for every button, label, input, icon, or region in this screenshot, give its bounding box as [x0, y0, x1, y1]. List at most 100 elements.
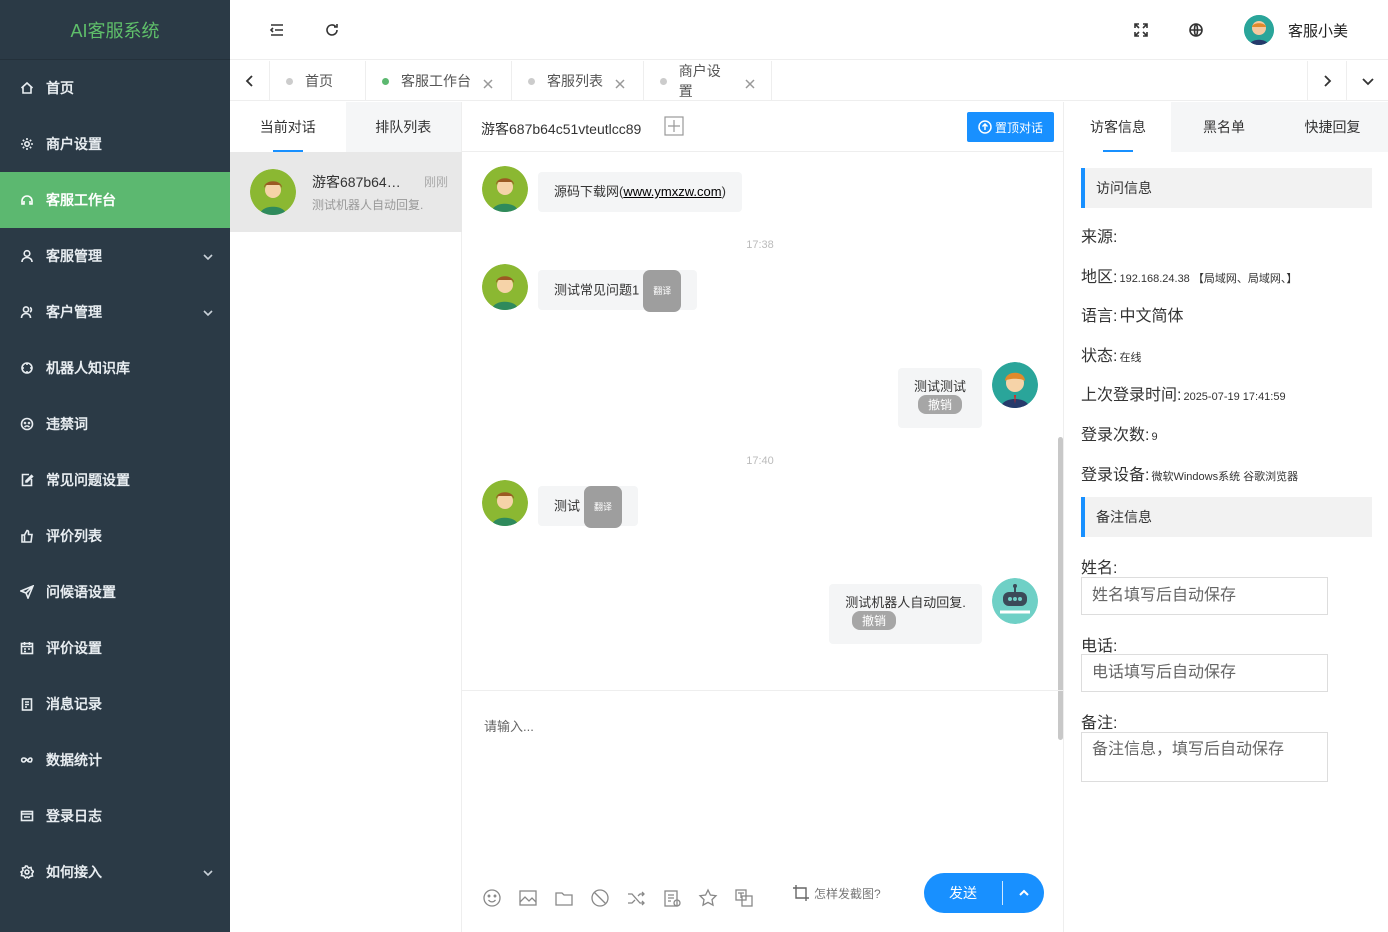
- robot-avatar: [992, 578, 1038, 624]
- message-bubble: 源码下载网(www.ymxzw.com): [538, 172, 742, 212]
- message-link[interactable]: www.ymxzw.com: [623, 184, 721, 199]
- pin-up-icon: [978, 120, 992, 134]
- user-name[interactable]: 客服小美: [1288, 20, 1348, 41]
- image-icon[interactable]: [517, 887, 539, 909]
- send-button[interactable]: 发送: [924, 873, 1044, 913]
- tab-home[interactable]: 首页: [270, 61, 366, 101]
- sidebar-item[interactable]: 消息记录: [0, 676, 230, 732]
- fullscreen-icon[interactable]: [1131, 20, 1151, 40]
- tab-close-icon[interactable]: [745, 76, 755, 89]
- tab-status-dot: [528, 77, 535, 85]
- star-icon[interactable]: [697, 887, 719, 909]
- sidebar-item-label: 商户设置: [46, 136, 102, 152]
- sidebar-item[interactable]: 问候语设置: [0, 564, 230, 620]
- translate-tag[interactable]: 翻译: [643, 270, 682, 312]
- revoke-tag[interactable]: 撤销: [852, 611, 897, 630]
- sidebar-item[interactable]: 客服工作台: [0, 172, 230, 228]
- sidebar-item[interactable]: 登录日志: [0, 788, 230, 844]
- top-bar: 客服小美: [230, 0, 1388, 60]
- info-value: 微软Windows系统 谷歌浏览器: [1151, 471, 1299, 483]
- message-input[interactable]: [484, 719, 1024, 734]
- tab-quick-replies[interactable]: 快捷回复: [1277, 102, 1388, 152]
- tab-queue-list[interactable]: 排队列表: [345, 102, 461, 152]
- sidebar-item[interactable]: 评价设置: [0, 620, 230, 676]
- sidebar-item[interactable]: 如何接入: [0, 844, 230, 900]
- conversation-preview: 测试机器人自动回复.: [312, 198, 424, 212]
- pin-conversation-button[interactable]: 置顶对话: [967, 112, 1054, 142]
- tab-workbench[interactable]: 客服工作台: [366, 61, 512, 101]
- frown-icon: [20, 417, 34, 431]
- sidebar-item[interactable]: 数据统计: [0, 732, 230, 788]
- name-field[interactable]: [1081, 577, 1328, 615]
- tab-close-icon[interactable]: [615, 76, 625, 89]
- name-label: 姓名:: [1081, 560, 1118, 577]
- section-visit-info: 访问信息: [1081, 168, 1372, 208]
- sidebar-item[interactable]: 客户管理: [0, 284, 230, 340]
- send-icon: [20, 585, 34, 599]
- visitor-avatar: [482, 480, 528, 526]
- sidebar-item[interactable]: 首页: [0, 60, 230, 116]
- tab-visitor-info[interactable]: 访客信息: [1065, 102, 1171, 152]
- add-square-icon[interactable]: [664, 116, 684, 136]
- user-avatar[interactable]: [1244, 15, 1274, 45]
- tab-close-icon[interactable]: [483, 76, 493, 89]
- tabs-scroll-left-icon[interactable]: [230, 61, 270, 101]
- sidebar-item[interactable]: 客服管理: [0, 228, 230, 284]
- tab-label: 客服列表: [547, 73, 603, 89]
- message-bubble-self: 测试测试 撤销: [898, 368, 982, 428]
- message-composer: 怎样发截图? 发送: [462, 690, 1064, 932]
- tab-agent-list[interactable]: 客服列表: [512, 61, 644, 101]
- screenshot-help-link[interactable]: 怎样发截图?: [792, 884, 881, 902]
- remark-field[interactable]: [1081, 732, 1328, 782]
- chat-panel: 游客687b64c51vteutlcc89 置顶对话 源码下载网(www.ymx…: [462, 102, 1064, 932]
- message-text: 测试常见问题1: [554, 282, 640, 298]
- message-text-suffix: ): [721, 184, 726, 199]
- block-icon[interactable]: [589, 887, 611, 909]
- info-label: 地区:: [1081, 269, 1118, 286]
- sidebar-item-label: 首页: [46, 80, 74, 96]
- headset-icon: [20, 193, 34, 207]
- send-label: 发送: [949, 885, 977, 901]
- conversation-item[interactable]: 游客687b64c51vteutlcc89 刚刚 测试机器人自动回复.: [230, 152, 462, 232]
- sidebar-item[interactable]: 商户设置: [0, 116, 230, 172]
- sidebar-item-label: 评价列表: [46, 528, 102, 544]
- tabs-menu-chevron-icon[interactable]: [1348, 61, 1388, 101]
- send-options-chevron-up-icon[interactable]: [1003, 887, 1044, 899]
- language-globe-icon[interactable]: [1186, 20, 1206, 40]
- info-source: 来源:: [1081, 223, 1119, 247]
- sidebar-item[interactable]: 评价列表: [0, 508, 230, 564]
- message-list[interactable]: 源码下载网(www.ymxzw.com) 17:38 测试常见问题1 翻译 测试测…: [462, 152, 1064, 740]
- folder-icon[interactable]: [553, 887, 575, 909]
- sidebar-item[interactable]: 违禁词: [0, 396, 230, 452]
- tab-status-dot: [286, 77, 293, 85]
- tabs-scroll-right-icon[interactable]: [1307, 61, 1347, 101]
- refresh-icon[interactable]: [322, 20, 342, 40]
- tab-current-conversations[interactable]: 当前对话: [230, 102, 346, 152]
- menu-collapse-icon[interactable]: [267, 20, 287, 40]
- revoke-tag[interactable]: 撤销: [917, 395, 962, 414]
- emoji-icon[interactable]: [481, 887, 503, 909]
- visitor-avatar: [250, 169, 296, 215]
- tab-blacklist[interactable]: 黑名单: [1171, 102, 1277, 152]
- info-label: 登录次数:: [1081, 427, 1150, 444]
- conversation-list-panel: 当前对话 排队列表 游客687b64c51vteutlcc89 刚刚 测试机器人…: [230, 102, 462, 932]
- user-icon: [20, 249, 34, 263]
- translate-icon[interactable]: [733, 887, 755, 909]
- sidebar-item[interactable]: 常见问题设置: [0, 452, 230, 508]
- remark-label: 备注:: [1081, 715, 1118, 732]
- phone-field[interactable]: [1081, 654, 1328, 692]
- translate-tag[interactable]: 翻译: [584, 486, 623, 528]
- sidebar-item[interactable]: 机器人知识库: [0, 340, 230, 396]
- transfer-icon[interactable]: [625, 887, 647, 909]
- sidebar-item-label: 常见问题设置: [46, 472, 130, 488]
- crop-icon: [793, 885, 809, 901]
- visitor-avatar: [482, 166, 528, 212]
- info-label: 上次登录时间:: [1081, 387, 1182, 404]
- tab-status-dot: [382, 77, 389, 85]
- window-icon: [20, 809, 34, 823]
- notes-icon[interactable]: [661, 887, 683, 909]
- info-status: 状态: 在线: [1081, 342, 1141, 366]
- sidebar-item-label: 数据统计: [46, 752, 102, 768]
- users-icon: [20, 305, 34, 319]
- tab-merchant-settings[interactable]: 商户设置: [644, 61, 772, 101]
